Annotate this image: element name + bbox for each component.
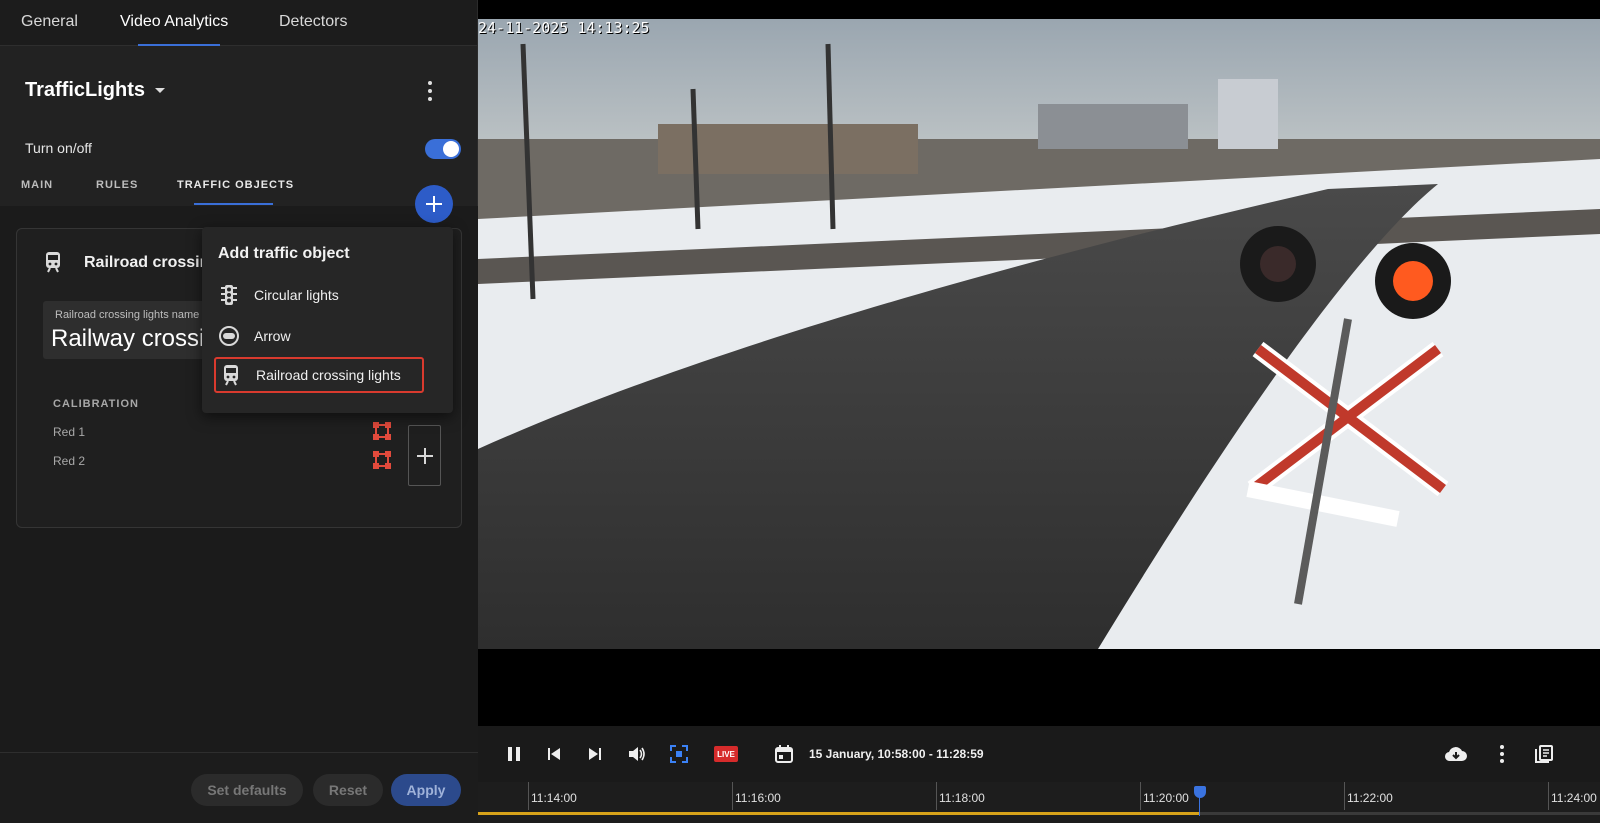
add-calibration-button[interactable] xyxy=(408,425,441,486)
player-controls: LIVE 15 January, 10:58:00 - 11:28:59 xyxy=(478,726,1600,782)
railroad-crossing-scene xyxy=(478,19,1600,649)
traffic-light-icon xyxy=(221,285,237,305)
volume-icon xyxy=(629,747,645,761)
menu-item-railroad-crossing-lights[interactable]: Railroad crossing lights xyxy=(214,357,424,393)
tab-general[interactable]: General xyxy=(21,13,78,31)
time-range[interactable]: 15 January, 10:58:00 - 11:28:59 xyxy=(809,747,984,761)
train-icon xyxy=(224,365,238,386)
timeline-tick xyxy=(732,782,733,810)
timeline-tick xyxy=(1344,782,1345,810)
arrow-light-icon xyxy=(219,326,239,346)
timeline[interactable]: 11:14:00 11:16:00 11:18:00 11:20:00 11:2… xyxy=(478,782,1600,823)
timeline-tick-label: 11:20:00 xyxy=(1143,791,1189,805)
focus-frame-icon xyxy=(670,745,688,763)
archive-button[interactable] xyxy=(1532,742,1556,766)
plus-icon xyxy=(416,447,433,464)
menu-item-label: Railroad crossing lights xyxy=(256,367,401,383)
active-subtab-indicator xyxy=(194,203,273,205)
camera-view[interactable]: 24-11-2025 14:13:25 xyxy=(478,19,1600,649)
timeline-tick-label: 11:22:00 xyxy=(1347,791,1393,805)
timeline-tick xyxy=(528,782,529,810)
subtab-rules[interactable]: RULES xyxy=(96,179,138,191)
calendar-icon xyxy=(775,745,793,763)
timeline-tick-label: 11:14:00 xyxy=(531,791,577,805)
menu-item-label: Circular lights xyxy=(254,287,339,303)
skip-previous-button[interactable] xyxy=(542,742,566,766)
bounding-box-icon[interactable] xyxy=(372,421,392,441)
timeline-playhead[interactable] xyxy=(1194,786,1206,816)
toggle-label: Turn on/off xyxy=(25,140,92,156)
skip-next-icon xyxy=(589,748,601,760)
skip-previous-icon xyxy=(548,748,560,760)
fullscreen-focus-button[interactable] xyxy=(667,742,691,766)
module-title[interactable]: TrafficLights xyxy=(25,79,145,102)
timeline-recorded-range xyxy=(478,812,1199,815)
add-traffic-object-menu: Add traffic object Circular lights Arrow… xyxy=(202,227,453,413)
skip-next-button[interactable] xyxy=(583,742,607,766)
menu-item-label: Arrow xyxy=(254,328,291,344)
pause-icon xyxy=(508,747,520,761)
more-vert-icon[interactable] xyxy=(428,81,432,101)
train-icon xyxy=(46,252,60,273)
panel-footer: Set defaults Reset Apply xyxy=(0,752,478,823)
subtab-main[interactable]: MAIN xyxy=(21,179,53,191)
timeline-tick-label: 11:18:00 xyxy=(939,791,985,805)
video-player: 24-11-2025 14:13:25 LIVE 15 January, 10:… xyxy=(478,0,1600,823)
timeline-tick xyxy=(1548,782,1549,810)
more-vert-icon xyxy=(1500,745,1504,763)
menu-title: Add traffic object xyxy=(218,245,350,262)
calibration-label: CALIBRATION xyxy=(53,398,139,410)
module-toggle[interactable] xyxy=(425,139,461,159)
download-button[interactable] xyxy=(1444,742,1468,766)
volume-button[interactable] xyxy=(625,742,649,766)
timeline-tick-label: 11:16:00 xyxy=(735,791,781,805)
video-timestamp: 24-11-2025 14:13:25 xyxy=(478,19,650,37)
tab-video-analytics[interactable]: Video Analytics xyxy=(120,13,228,31)
more-options-button[interactable] xyxy=(1490,742,1514,766)
menu-item-circular-lights[interactable]: Circular lights xyxy=(214,277,424,313)
chevron-down-icon[interactable] xyxy=(155,88,165,93)
calibration-row: Red 1 xyxy=(53,425,86,439)
name-field-label: Railroad crossing lights name xyxy=(55,309,200,321)
live-badge[interactable]: LIVE xyxy=(714,746,738,762)
subtab-traffic-objects[interactable]: TRAFFIC OBJECTS xyxy=(177,179,294,191)
card-title: Railroad crossing lights xyxy=(84,254,202,271)
settings-panel: General Video Analytics Detectors Traffi… xyxy=(0,0,478,823)
app-window: General Video Analytics Detectors Traffi… xyxy=(0,0,1600,823)
playhead-handle[interactable] xyxy=(1194,786,1206,798)
toggle-knob xyxy=(443,141,459,157)
menu-item-arrow[interactable]: Arrow xyxy=(214,318,424,354)
apply-button[interactable]: Apply xyxy=(391,774,461,806)
set-defaults-button[interactable]: Set defaults xyxy=(191,774,303,806)
tab-detectors[interactable]: Detectors xyxy=(279,13,347,31)
calibration-row: Red 2 xyxy=(53,454,86,468)
pause-button[interactable] xyxy=(502,742,526,766)
bounding-box-icon[interactable] xyxy=(372,450,392,470)
timeline-tick-label: 11:24:00 xyxy=(1551,791,1597,805)
active-tab-indicator xyxy=(138,44,220,46)
calendar-button[interactable] xyxy=(772,742,796,766)
add-traffic-object-button[interactable] xyxy=(415,185,453,223)
library-icon xyxy=(1535,745,1553,763)
top-tabs: General Video Analytics Detectors xyxy=(0,0,477,46)
timeline-tick xyxy=(936,782,937,810)
timeline-tick xyxy=(1140,782,1141,810)
reset-button[interactable]: Reset xyxy=(313,774,383,806)
cloud-download-icon xyxy=(1444,747,1467,762)
plus-icon xyxy=(426,196,442,212)
